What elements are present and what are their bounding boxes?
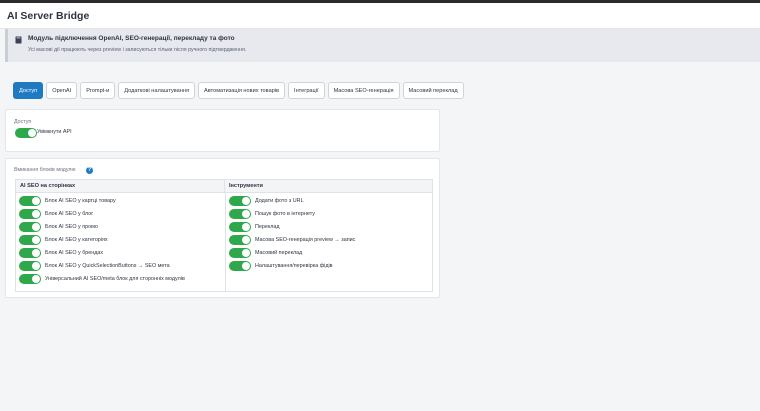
toggle-knob bbox=[32, 236, 40, 244]
notice-title: Модуль підключення OpenAI, SEO-генерації… bbox=[28, 35, 235, 42]
tab-bar: Доступ OpenAI Prompt-и Додаткові налашту… bbox=[13, 82, 464, 99]
page-title: AI Server Bridge bbox=[7, 10, 90, 22]
toggle-knob bbox=[242, 210, 250, 218]
access-card: Доступ Увімкнути API bbox=[5, 109, 440, 152]
help-icon[interactable]: ? bbox=[86, 166, 93, 174]
toggle-feeds-settings[interactable] bbox=[229, 261, 251, 271]
toggle-seo-quick-selection[interactable] bbox=[19, 261, 41, 271]
toggle-knob bbox=[32, 262, 40, 270]
api-toggle[interactable] bbox=[15, 128, 37, 138]
toggle-knob bbox=[242, 262, 250, 270]
toggle-add-photo-url[interactable] bbox=[229, 196, 251, 206]
blocks-table: AI SEO на сторінках Інструменти Блок AI … bbox=[15, 179, 433, 292]
module-blocks-card: Вмикання блоків модулю ? AI SEO на сторі… bbox=[5, 158, 440, 298]
table-header-tools: Інструменти bbox=[225, 180, 432, 193]
tab-integrations[interactable]: Інтеграції bbox=[288, 82, 325, 99]
toggle-knob bbox=[242, 197, 250, 205]
tab-access[interactable]: Доступ bbox=[13, 82, 44, 99]
toggle-knob bbox=[242, 236, 250, 244]
toggle-knob bbox=[32, 223, 40, 231]
toggle-label-seo-promo: Блок AI SEO у промо bbox=[45, 223, 98, 230]
info-notice: Модуль підключення OpenAI, SEO-генерації… bbox=[5, 29, 760, 62]
toggle-photo-search[interactable] bbox=[229, 209, 251, 219]
toggle-bulk-translation[interactable] bbox=[229, 248, 251, 258]
toggle-label-seo-quick-selection: Блок AI SEO у QuickSelectionButtons → SE… bbox=[45, 262, 170, 269]
toggle-knob bbox=[32, 197, 40, 205]
toggle-seo-product-card[interactable] bbox=[19, 196, 41, 206]
toggle-knob bbox=[28, 129, 36, 137]
toggle-label-bulk-seo-preview: Масова SEO-генерація preview → запис bbox=[255, 236, 356, 243]
column-divider bbox=[225, 193, 226, 291]
tab-bulk-seo[interactable]: Масова SEO-генерація bbox=[327, 82, 400, 99]
tab-openai[interactable]: OpenAI bbox=[46, 82, 78, 99]
toggle-label-seo-blog: Блок AI SEO у блог bbox=[45, 210, 94, 217]
toggle-seo-universal-meta[interactable] bbox=[19, 274, 41, 284]
toggle-translation[interactable] bbox=[229, 222, 251, 232]
toggle-seo-categories[interactable] bbox=[19, 235, 41, 245]
notice-text: Усі масові дії працюють через preview і … bbox=[28, 47, 247, 53]
toggle-label-seo-product-card: Блок AI SEO у картці товару bbox=[45, 197, 116, 204]
toggle-label-seo-categories: Блок AI SEO у категоріях bbox=[45, 236, 108, 243]
toggle-knob bbox=[32, 275, 40, 283]
toggle-knob bbox=[32, 249, 40, 257]
blocks-section-label: Вмикання блоків модулю bbox=[14, 167, 76, 173]
toggle-label-bulk-translation: Масовий переклад bbox=[255, 249, 303, 256]
tab-new-products-automation[interactable]: Автоматизація нових товарів bbox=[198, 82, 286, 99]
page-header: AI Server Bridge bbox=[0, 3, 760, 29]
toggle-label-translation: Переклад bbox=[255, 223, 280, 230]
tab-bulk-translation[interactable]: Масовий переклад bbox=[402, 82, 464, 99]
book-icon bbox=[15, 36, 22, 44]
toggle-seo-brands[interactable] bbox=[19, 248, 41, 258]
toggle-label-feeds-settings: Налаштування/перевірка фідів bbox=[255, 262, 333, 269]
toggle-knob bbox=[242, 223, 250, 231]
access-section-label: Доступ bbox=[14, 119, 32, 125]
api-toggle-label: Увімкнути API bbox=[37, 129, 72, 135]
toggle-knob bbox=[32, 210, 40, 218]
tab-additional-settings[interactable]: Додаткові налаштування bbox=[118, 82, 195, 99]
toggle-knob bbox=[242, 249, 250, 257]
table-header-seo-pages: AI SEO на сторінках bbox=[16, 180, 225, 193]
toggle-label-add-photo-url: Додати фото з URL bbox=[255, 197, 304, 204]
toggle-label-photo-search: Пошук фото в інтернету bbox=[255, 210, 315, 217]
toggle-bulk-seo-preview[interactable] bbox=[229, 235, 251, 245]
toggle-label-seo-brands: Блок AI SEO у брендах bbox=[45, 249, 104, 256]
toggle-seo-promo[interactable] bbox=[19, 222, 41, 232]
toggle-label-seo-universal-meta: Універсальний AI SEO/meta блок для сторо… bbox=[45, 275, 185, 282]
tab-prompts[interactable]: Prompt-и bbox=[80, 82, 116, 99]
toggle-seo-blog[interactable] bbox=[19, 209, 41, 219]
